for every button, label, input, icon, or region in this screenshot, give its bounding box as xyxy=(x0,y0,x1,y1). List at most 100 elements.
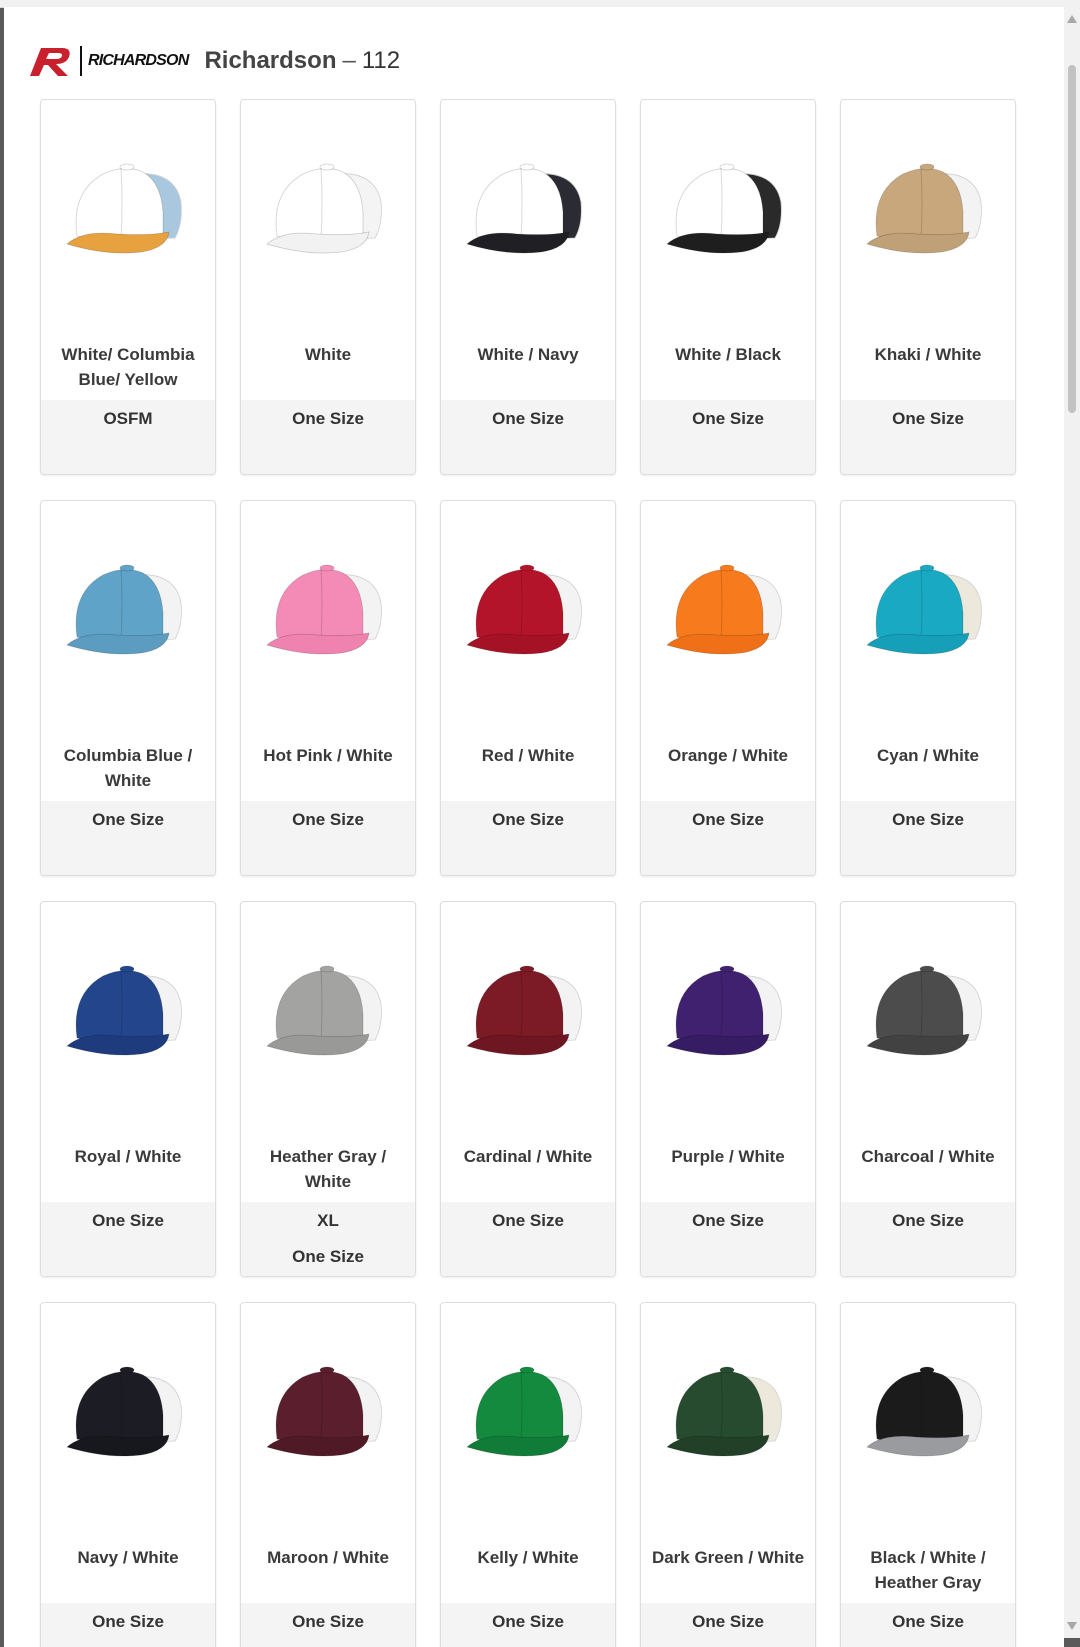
size-list: One Size xyxy=(641,1202,815,1276)
product-image xyxy=(641,553,815,673)
size-label[interactable]: One Size xyxy=(41,1208,215,1233)
size-list: One Size xyxy=(441,801,615,875)
product-image xyxy=(641,1355,815,1475)
size-list: One Size xyxy=(441,1202,615,1276)
color-card[interactable]: White One Size xyxy=(240,99,416,475)
color-card[interactable]: Royal / White One Size xyxy=(40,901,216,1277)
size-label[interactable]: One Size xyxy=(641,1609,815,1634)
color-card[interactable]: Red / White One Size xyxy=(440,500,616,876)
trucker-cap-icon xyxy=(666,1366,782,1457)
size-label[interactable]: One Size xyxy=(841,1609,1015,1634)
richardson-r-logo-icon xyxy=(30,48,70,76)
product-image xyxy=(641,152,815,272)
trucker-cap-icon xyxy=(866,965,982,1056)
color-card[interactable]: White / Navy One Size xyxy=(440,99,616,475)
trucker-cap-icon xyxy=(866,163,982,254)
color-card[interactable]: White/ Columbia Blue/ Yellow OSFM xyxy=(40,99,216,475)
color-card[interactable]: Maroon / White One Size xyxy=(240,1302,416,1647)
product-image xyxy=(441,954,615,1074)
size-label[interactable]: One Size xyxy=(241,1244,415,1269)
trucker-cap-icon xyxy=(66,1366,182,1457)
color-name: Purple / White xyxy=(671,1147,785,1166)
product-image xyxy=(41,954,215,1074)
size-label[interactable]: One Size xyxy=(441,406,615,431)
style-number: 112 xyxy=(361,47,401,74)
size-list: One Size xyxy=(241,1603,415,1647)
trucker-cap-icon xyxy=(266,965,382,1056)
size-list: One Size xyxy=(441,400,615,474)
color-card[interactable]: Black / White / Heather Gray One Size xyxy=(840,1302,1016,1647)
color-card[interactable]: White / Black One Size xyxy=(640,99,816,475)
color-card[interactable]: Orange / White One Size xyxy=(640,500,816,876)
color-name: White xyxy=(304,345,352,364)
trucker-cap-icon xyxy=(266,564,382,655)
trucker-cap-icon xyxy=(866,1366,982,1457)
color-swatch-grid: White/ Columbia Blue/ Yellow OSFM White One… xyxy=(40,99,1016,1647)
size-list: One Size xyxy=(241,400,415,474)
scroll-down-arrow-icon[interactable] xyxy=(1067,1622,1077,1630)
color-name: Maroon / White xyxy=(267,1548,389,1567)
size-label[interactable]: One Size xyxy=(641,1208,815,1233)
color-card[interactable]: Khaki / White One Size xyxy=(840,99,1016,475)
size-label[interactable]: One Size xyxy=(641,406,815,431)
size-list: One Size xyxy=(841,801,1015,875)
size-label[interactable]: One Size xyxy=(41,1609,215,1634)
size-label[interactable]: One Size xyxy=(441,807,615,832)
size-label[interactable]: XL xyxy=(241,1208,415,1233)
size-label[interactable]: OSFM xyxy=(41,406,215,431)
page-title: Richardson –112 xyxy=(204,47,400,75)
size-label[interactable]: One Size xyxy=(841,1208,1015,1233)
color-name: Navy / White xyxy=(77,1548,179,1567)
color-name: Khaki / White xyxy=(874,345,982,364)
size-label[interactable]: One Size xyxy=(641,807,815,832)
color-card[interactable]: Dark Green / White One Size xyxy=(640,1302,816,1647)
color-name: Hot Pink / White xyxy=(263,746,393,765)
color-card[interactable]: Purple / White One Size xyxy=(640,901,816,1277)
color-name: Red / White xyxy=(481,746,575,765)
scroll-up-arrow-icon[interactable] xyxy=(1067,15,1077,23)
product-image xyxy=(41,553,215,673)
richardson-logo: RICHARDSON xyxy=(28,44,189,78)
color-card[interactable]: Kelly / White One Size xyxy=(440,1302,616,1647)
product-image xyxy=(841,1355,1015,1475)
color-card[interactable]: Cardinal / White One Size xyxy=(440,901,616,1277)
color-card[interactable]: Columbia Blue / White One Size xyxy=(40,500,216,876)
color-card[interactable]: Charcoal / White One Size xyxy=(840,901,1016,1277)
size-label[interactable]: One Size xyxy=(441,1609,615,1634)
product-image xyxy=(841,954,1015,1074)
trucker-cap-icon xyxy=(66,564,182,655)
color-name: Orange / White xyxy=(668,746,788,765)
trucker-cap-icon xyxy=(866,564,982,655)
trucker-cap-icon xyxy=(466,564,582,655)
size-label[interactable]: One Size xyxy=(241,1609,415,1634)
size-label[interactable]: One Size xyxy=(241,406,415,431)
scrollbar-thumb[interactable] xyxy=(1068,65,1076,413)
product-color-modal: RICHARDSON Richardson –112 White/ Columbi… xyxy=(4,7,1064,1647)
size-list: One Size xyxy=(641,801,815,875)
size-label[interactable]: One Size xyxy=(841,406,1015,431)
color-name: White / Black xyxy=(675,345,781,364)
trucker-cap-icon xyxy=(266,1366,382,1457)
product-image xyxy=(441,152,615,272)
color-name: White / Navy xyxy=(477,345,579,364)
trucker-cap-icon xyxy=(666,965,782,1056)
size-list: One Size xyxy=(641,400,815,474)
size-list: One Size xyxy=(41,801,215,875)
size-label[interactable]: One Size xyxy=(841,807,1015,832)
color-card[interactable]: Heather Gray / White XL One Size xyxy=(240,901,416,1277)
size-label[interactable]: One Size xyxy=(41,807,215,832)
color-card[interactable]: Navy / White One Size xyxy=(40,1302,216,1647)
trucker-cap-icon xyxy=(466,965,582,1056)
brand-name: Richardson xyxy=(204,47,337,74)
vertical-scrollbar[interactable] xyxy=(1064,7,1080,1638)
color-name: Black / White / Heather Gray xyxy=(870,1548,986,1592)
color-name: Royal / White xyxy=(74,1147,182,1166)
color-card[interactable]: Hot Pink / White One Size xyxy=(240,500,416,876)
size-label[interactable]: One Size xyxy=(441,1208,615,1233)
size-label[interactable]: One Size xyxy=(241,807,415,832)
trucker-cap-icon xyxy=(266,163,382,254)
size-list: One Size xyxy=(841,1603,1015,1647)
color-card[interactable]: Cyan / White One Size xyxy=(840,500,1016,876)
product-image xyxy=(841,152,1015,272)
trucker-cap-icon xyxy=(466,1366,582,1457)
